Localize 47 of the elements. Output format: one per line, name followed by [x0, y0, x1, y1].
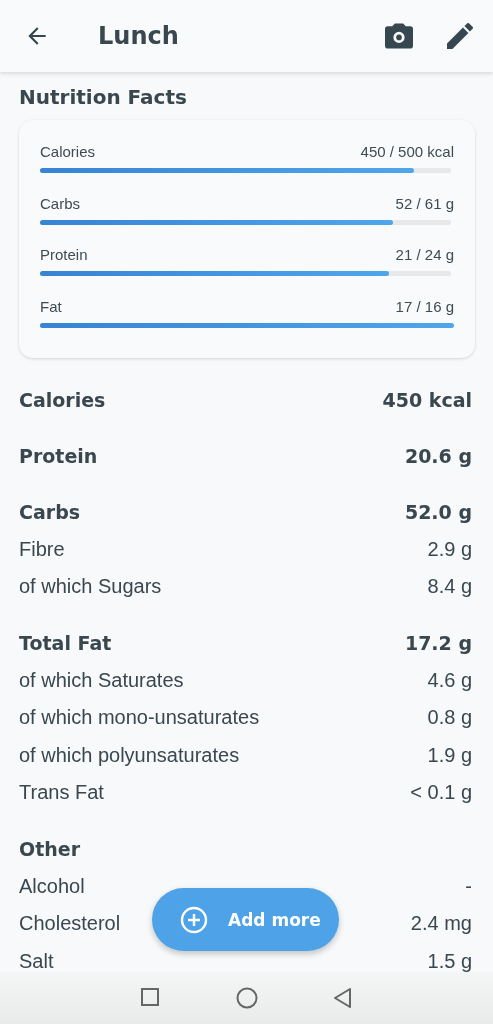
- nutrient-name: Total Fat: [19, 631, 112, 654]
- nutrient-value: 1.9 g: [427, 743, 472, 767]
- meter-label: Protein: [40, 245, 88, 265]
- back-nav-button[interactable]: [331, 987, 354, 1009]
- nutrient-value: 0.8 g: [427, 706, 472, 730]
- nutrient-name: Carbs: [19, 500, 81, 523]
- triangle-icon: [331, 987, 354, 1009]
- nutrient-name: Salt: [19, 949, 54, 972]
- meter-reading: 52 / 61 g: [395, 193, 454, 214]
- nutrient-name: of which polyunsaturates: [19, 743, 240, 767]
- nutrient-value: 52.0 g: [404, 500, 472, 523]
- meter-label: Calories: [40, 142, 96, 162]
- nutrient-value: 450 kcal: [382, 388, 472, 411]
- nutrient-name: of which Sugars: [19, 575, 162, 599]
- nutrient-name: Trans Fat: [19, 781, 104, 805]
- circle-icon: [235, 987, 258, 1009]
- meter-reading: 17 / 16 g: [395, 296, 454, 317]
- nutrient-value: 17.2 g: [404, 631, 472, 654]
- nutrient-name: Fibre: [19, 537, 65, 561]
- meter-label: Fat: [40, 296, 62, 317]
- home-button[interactable]: [235, 987, 258, 1009]
- nutrient-value: 2.9 g: [427, 537, 472, 561]
- nutrient-value: < 0.1 g: [410, 781, 472, 805]
- pencil-icon: [447, 23, 473, 49]
- nutrient-value: 4.6 g: [427, 668, 472, 692]
- recents-button[interactable]: [139, 987, 162, 1009]
- meter-reading: 450 / 500 kcal: [360, 142, 454, 162]
- meter-reading: 21 / 24 g: [395, 245, 454, 265]
- nutrient-value: 20.6 g: [404, 444, 472, 467]
- camera-icon: [385, 23, 413, 49]
- nutrient-name: Protein: [19, 444, 98, 467]
- nutrient-value: -: [465, 874, 472, 898]
- nutrient-name: Alcohol: [19, 874, 85, 898]
- meter-label: Carbs: [40, 193, 80, 214]
- nutrient-name: of which mono-unsaturates: [19, 706, 260, 730]
- nutrient-name: Calories: [19, 388, 106, 411]
- add-more-button[interactable]: Add more: [152, 888, 339, 951]
- nutrient-value: 2.4 mg: [410, 912, 472, 936]
- section-title: Nutrition Facts: [19, 85, 188, 109]
- square-icon: [139, 987, 162, 1009]
- nutrient-name: of which Saturates: [19, 668, 184, 692]
- plus-circle-icon: [180, 905, 208, 934]
- screen-title: Lunch: [98, 22, 180, 50]
- nutrient-name: Other: [19, 837, 81, 860]
- nutrient-value: 8.4 g: [427, 575, 472, 599]
- nutrient-value: 1.5 g: [427, 949, 472, 972]
- nutrient-name: Cholesterol: [19, 912, 121, 936]
